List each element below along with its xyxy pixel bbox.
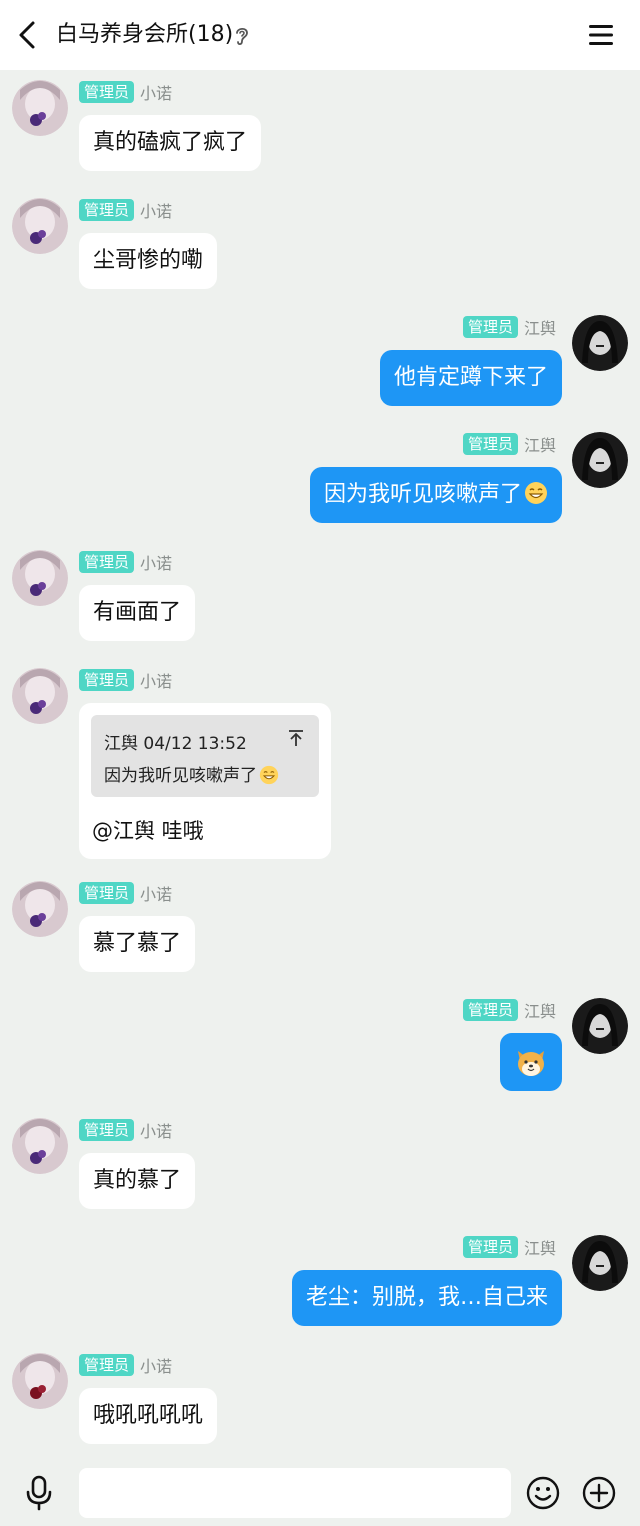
avatar[interactable] [572, 315, 628, 371]
sender-meta: 管理员 小诺 [79, 198, 172, 222]
sender-name: 小诺 [140, 1122, 173, 1141]
sender-meta: 管理员 小诺 [79, 550, 172, 574]
avatar[interactable] [572, 998, 628, 1054]
avatar[interactable] [12, 550, 68, 606]
admin-badge: 管理员 [462, 1236, 518, 1258]
sender-meta: 管理员 小诺 [79, 1118, 172, 1142]
avatar[interactable] [572, 1235, 628, 1291]
pin-top-icon [289, 730, 303, 746]
sender-name: 小诺 [140, 1357, 173, 1376]
admin-badge: 管理员 [79, 81, 135, 103]
avatar[interactable] [572, 432, 628, 488]
quote-text: 因为我听见咳嗽声了 [104, 761, 279, 786]
admin-badge: 管理员 [462, 433, 518, 455]
hamburger-menu-icon[interactable] [587, 22, 615, 48]
message-bubble[interactable]: 有画面了 [79, 585, 196, 641]
sender-name: 江舆 [523, 436, 556, 455]
sender-name: 小诺 [140, 202, 173, 221]
message-input[interactable] [79, 1468, 511, 1518]
quoted-message[interactable]: 江舆 04/12 13:52 因为我听见咳嗽声了 [91, 715, 319, 797]
avatar[interactable] [12, 668, 68, 724]
ear-icon [236, 27, 248, 46]
sender-meta: 管理员 小诺 [79, 1353, 172, 1377]
message-bubble[interactable]: 慕了慕了 [79, 916, 196, 972]
admin-badge: 管理员 [462, 999, 518, 1021]
shiba-dog-emoji [518, 1051, 544, 1076]
avatar[interactable] [12, 198, 68, 254]
chat-title[interactable]: 白马养身会所(18) [56, 18, 233, 52]
sender-name: 小诺 [140, 84, 173, 103]
avatar[interactable] [12, 1353, 68, 1409]
sender-name: 小诺 [140, 885, 173, 904]
admin-badge: 管理员 [79, 551, 135, 573]
avatar[interactable] [12, 1118, 68, 1174]
avatar[interactable] [12, 881, 68, 937]
admin-badge: 管理员 [79, 669, 135, 691]
message-text: 因为我听见咳嗽声了 [323, 482, 522, 507]
sender-meta: 管理员 江舆 [462, 432, 556, 456]
chevron-left-icon[interactable] [14, 20, 42, 50]
sender-meta: 管理员 小诺 [79, 80, 172, 104]
message-bubble[interactable]: 老尘：别脱，我…自己来 [291, 1270, 562, 1326]
message-bubble[interactable]: 他肯定蹲下来了 [379, 350, 562, 406]
sender-meta: 管理员 小诺 [79, 668, 172, 692]
admin-badge: 管理员 [79, 1354, 135, 1376]
grin-face-emoji [525, 482, 547, 504]
reply-message-bubble[interactable]: 江舆 04/12 13:52 因为我听见咳嗽声了 @江舆 哇哦 [79, 703, 331, 859]
reply-text: @江舆 哇哦 [92, 819, 204, 843]
top-bar: 白马养身会所(18) [0, 0, 640, 70]
message-bubble[interactable]: 真的慕了 [79, 1153, 196, 1209]
message-bubble[interactable]: 哦吼吼吼吼 [79, 1388, 218, 1444]
message-bubble[interactable]: 尘哥惨的嘞 [79, 233, 218, 289]
plus-circle-icon[interactable] [582, 1476, 616, 1510]
quote-header: 江舆 04/12 13:52 [104, 734, 247, 754]
sticker-bubble[interactable] [500, 1033, 562, 1091]
sender-name: 小诺 [140, 672, 173, 691]
sender-meta: 管理员 江舆 [462, 315, 556, 339]
sender-name: 江舆 [523, 319, 556, 338]
sender-name: 小诺 [140, 554, 173, 573]
smiley-icon[interactable] [526, 1476, 560, 1510]
admin-badge: 管理员 [462, 316, 518, 338]
admin-badge: 管理员 [79, 882, 135, 904]
message-bubble[interactable]: 因为我听见咳嗽声了 [309, 467, 562, 523]
message-bubble[interactable]: 真的磕疯了疯了 [79, 115, 262, 171]
grin-face-emoji [259, 765, 279, 785]
sender-name: 江舆 [523, 1239, 556, 1258]
sender-meta: 管理员 小诺 [79, 881, 172, 905]
sender-meta: 管理员 江舆 [462, 998, 556, 1022]
sender-name: 江舆 [523, 1002, 556, 1021]
composer-bar [0, 1458, 640, 1526]
sender-meta: 管理员 江舆 [462, 1235, 556, 1259]
microphone-icon[interactable] [24, 1475, 54, 1511]
admin-badge: 管理员 [79, 1119, 135, 1141]
avatar[interactable] [12, 80, 68, 136]
admin-badge: 管理员 [79, 199, 135, 221]
